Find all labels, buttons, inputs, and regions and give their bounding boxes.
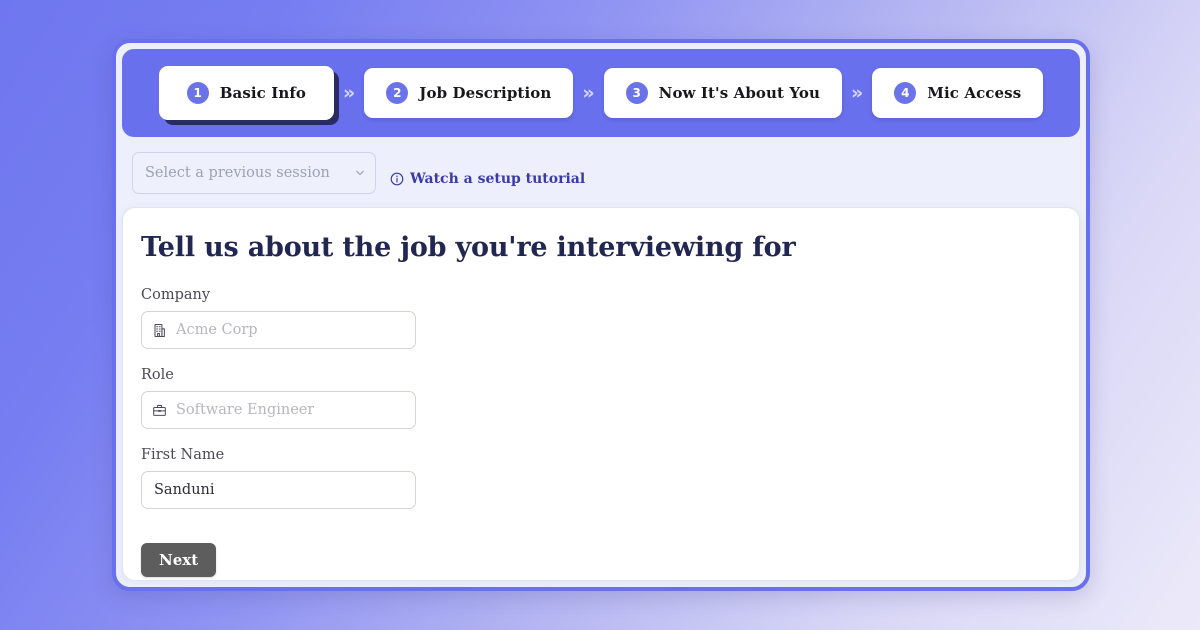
first-name-input[interactable]: Sanduni bbox=[141, 471, 416, 509]
company-input[interactable]: Acme Corp bbox=[141, 311, 416, 349]
building-icon bbox=[154, 323, 165, 337]
step-label: Mic Access bbox=[927, 84, 1022, 102]
previous-session-select-value: Select a previous session bbox=[145, 165, 330, 181]
previous-session-select[interactable]: Select a previous session bbox=[132, 152, 376, 194]
step-number-badge: 1 bbox=[186, 82, 209, 104]
step-number-badge: 3 bbox=[625, 82, 648, 104]
chevron-down-icon bbox=[356, 170, 364, 176]
step-item-mic-access[interactable]: 4 Mic Access bbox=[872, 68, 1044, 118]
briefcase-icon bbox=[153, 404, 166, 416]
step-item-job-description[interactable]: 2 Job Description bbox=[364, 68, 574, 118]
role-label: Role bbox=[141, 367, 174, 383]
first-name-input-value: Sanduni bbox=[154, 482, 215, 498]
field-first-name: First Name Sanduni bbox=[141, 447, 1079, 509]
role-input-placeholder: Software Engineer bbox=[176, 402, 315, 418]
step-number-badge: 4 bbox=[894, 82, 917, 104]
step-label: Basic Info bbox=[219, 84, 306, 102]
step-separator-icon: » bbox=[582, 81, 595, 104]
step-label: Job Description bbox=[419, 84, 552, 102]
step-item-basic-info[interactable]: 1 Basic Info bbox=[158, 66, 334, 120]
first-name-label: First Name bbox=[141, 447, 225, 463]
step-separator-icon: » bbox=[343, 81, 356, 104]
onboarding-card: 1 Basic Info » 2 Job Description » 3 Now… bbox=[112, 39, 1090, 591]
field-company: Company Acme Corp bbox=[141, 287, 1079, 349]
session-toolbar: Select a previous session Watch a setup … bbox=[116, 137, 1086, 207]
job-details-form: Tell us about the job you're interviewin… bbox=[122, 207, 1080, 581]
role-input[interactable]: Software Engineer bbox=[141, 391, 416, 429]
watch-tutorial-label: Watch a setup tutorial bbox=[410, 171, 586, 187]
step-progress-bar: 1 Basic Info » 2 Job Description » 3 Now… bbox=[122, 49, 1080, 137]
company-label: Company bbox=[141, 287, 211, 303]
step-separator-icon: » bbox=[851, 81, 864, 104]
step-item-about-you[interactable]: 3 Now It's About You bbox=[603, 68, 842, 118]
next-button[interactable]: Next bbox=[141, 543, 217, 577]
step-number-badge: 2 bbox=[386, 82, 409, 104]
company-input-placeholder: Acme Corp bbox=[176, 322, 258, 338]
watch-tutorial-link[interactable]: Watch a setup tutorial bbox=[390, 171, 585, 187]
field-role: Role Software Engineer bbox=[141, 367, 1079, 429]
info-circle-icon bbox=[390, 172, 404, 186]
page-title: Tell us about the job you're interviewin… bbox=[141, 232, 796, 263]
step-label: Now It's About You bbox=[658, 84, 820, 102]
